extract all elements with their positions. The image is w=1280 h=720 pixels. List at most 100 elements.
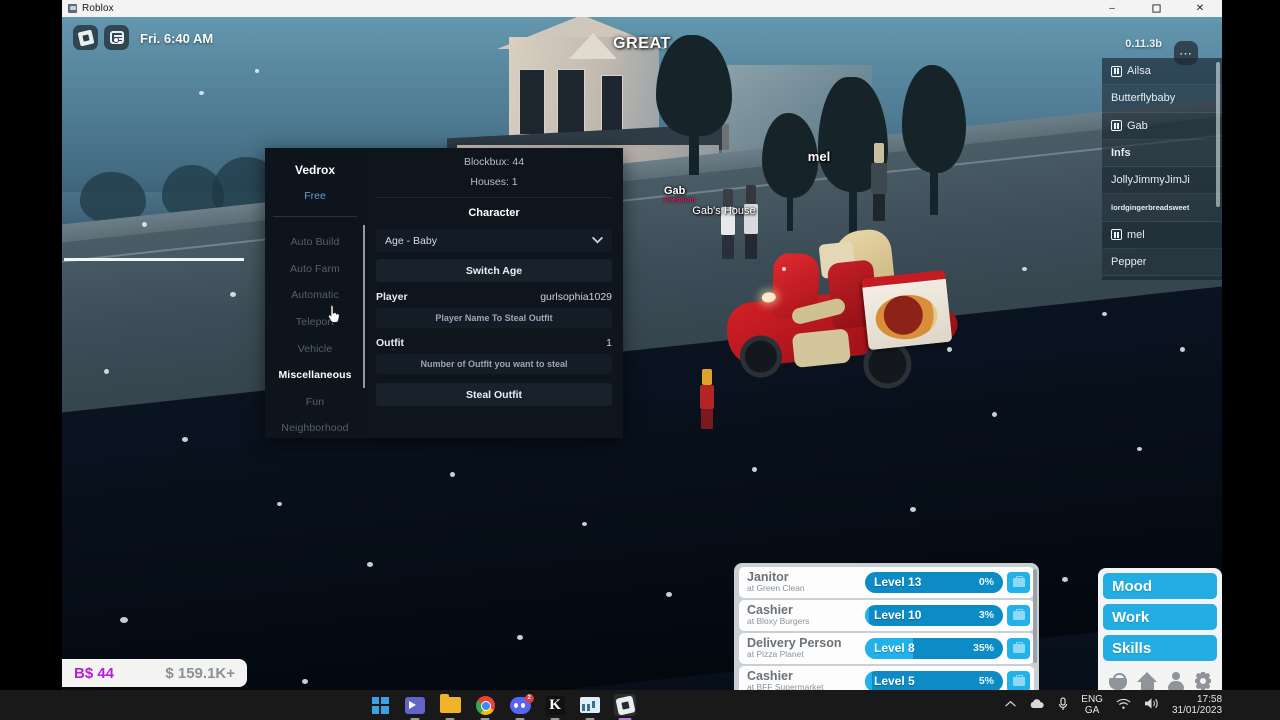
job-title: Janitor <box>747 570 789 584</box>
world-label-house: Gab's House <box>692 205 756 217</box>
age-select[interactable]: Age - Baby <box>376 229 612 252</box>
maximize-button[interactable] <box>1134 0 1178 17</box>
actions-icon-row <box>1103 666 1217 690</box>
job-level: Level 8 <box>874 641 915 655</box>
home-icon[interactable] <box>1136 672 1158 690</box>
roblox-app[interactable] <box>614 694 637 720</box>
job-location: at Bloxy Burgers <box>747 616 810 626</box>
player-list-row[interactable]: Ailsa <box>1102 58 1222 86</box>
teams-app[interactable] <box>404 694 426 720</box>
conifer-tree <box>762 113 818 231</box>
outfit-field-row: Outfit 1 <box>376 337 612 349</box>
premium-badge-label: Premium <box>663 197 697 204</box>
job-text: Cashier at BFF Supermarket <box>747 670 865 690</box>
outfit-field-value: 1 <box>606 337 612 349</box>
age-select-value: Age - Baby <box>385 234 437 247</box>
vedrox-tab-neighborhood[interactable]: Neighborhood <box>265 415 365 438</box>
person-icon[interactable] <box>1167 672 1185 690</box>
briefcase-icon[interactable] <box>1007 671 1030 690</box>
vedrox-title: Vedrox <box>294 163 336 177</box>
vedrox-tab-auto-build[interactable]: Auto Build <box>265 229 365 256</box>
steal-outfit-button[interactable]: Steal Outfit <box>376 383 612 406</box>
player-list-row[interactable]: Gab <box>1102 113 1222 140</box>
switch-age-button[interactable]: Switch Age <box>376 259 612 282</box>
job-location: at Pizza Planet <box>747 649 804 659</box>
k-app[interactable]: K <box>544 694 566 720</box>
gear-icon[interactable] <box>1194 672 1213 691</box>
job-row[interactable]: Delivery Person at Pizza Planet Level 8 … <box>739 633 1034 664</box>
premium-icon <box>1111 120 1122 132</box>
job-progress-bar: Level 8 35% <box>865 638 1003 659</box>
player-list-row[interactable]: lordgingerbreadsweet <box>1102 194 1222 222</box>
vedrox-tab-fun[interactable]: Fun <box>265 389 365 416</box>
minimize-button[interactable]: – <box>1090 0 1134 17</box>
windows-taskbar: 2 K ENG GA 17:58 31/01/2023 <box>0 690 1280 720</box>
teams-icon <box>405 696 426 714</box>
job-text: Cashier at Bloxy Burgers <box>747 604 865 627</box>
vedrox-divider <box>273 216 357 217</box>
job-progress-bar: Level 5 5% <box>865 671 1003 690</box>
vedrox-tab-auto-farm[interactable]: Auto Farm <box>265 256 365 283</box>
blockbux-amount: B$ 44 <box>74 664 115 682</box>
currency-bar: B$ 44 $ 159.1K+ <box>62 659 247 687</box>
close-button[interactable]: ✕ <box>1178 0 1222 17</box>
player-list[interactable]: Ailsa Butterflybaby Gab Infs JollyJimmyJ… <box>1102 58 1222 280</box>
basket-icon[interactable] <box>1108 672 1128 690</box>
clock-time: 17:58 <box>1196 694 1223 705</box>
job-level: Level 10 <box>874 608 922 622</box>
job-progress-bar: Level 10 3% <box>865 605 1003 626</box>
vedrox-tab-miscellaneous[interactable]: Miscellaneous <box>265 362 365 389</box>
language-indicator[interactable]: ENG GA <box>1081 694 1103 716</box>
player-list-row[interactable]: JollyJimmyJimJi <box>1102 167 1222 195</box>
volume-icon[interactable] <box>1144 697 1159 713</box>
chart-app[interactable] <box>579 694 601 720</box>
wifi-icon[interactable] <box>1116 698 1131 713</box>
hud-progress-line <box>64 258 244 261</box>
vedrox-tab-vehicle[interactable]: Vehicle <box>265 335 365 362</box>
discord-icon: 2 <box>509 693 534 714</box>
job-title: Cashier <box>747 603 793 617</box>
cloud-icon[interactable] <box>1029 698 1045 712</box>
briefcase-icon[interactable] <box>1007 638 1030 659</box>
start-button[interactable] <box>369 694 391 716</box>
briefcase-icon[interactable] <box>1007 572 1030 593</box>
chrome-app[interactable] <box>474 694 496 720</box>
player-list-row[interactable]: Pepper <box>1102 249 1222 277</box>
vedrox-panel[interactable]: Vedrox Free Auto Build Auto Farm Automat… <box>265 148 623 438</box>
player-list-row[interactable]: mel <box>1102 222 1222 250</box>
player-field-label: Player <box>376 291 408 303</box>
k-icon: K <box>545 695 565 715</box>
vedrox-tab-teleport[interactable]: Teleport <box>265 309 365 336</box>
skills-button[interactable]: Skills <box>1103 635 1217 661</box>
job-progress-bar: Level 13 0% <box>865 572 1003 593</box>
more-options-button[interactable]: ⋯ <box>1174 41 1198 65</box>
outfit-number-input[interactable]: Number of Outfit you want to steal <box>376 354 612 374</box>
player-name-input[interactable]: Player Name To Steal Outfit <box>376 308 612 328</box>
vedrox-plan-label: Free <box>304 190 326 202</box>
job-text: Janitor at Green Clean <box>747 571 865 594</box>
file-explorer-app[interactable] <box>439 694 461 720</box>
briefcase-icon[interactable] <box>1007 605 1030 626</box>
screen-root: Roblox – ✕ mel Gab Premium Gab's House F… <box>0 0 1280 720</box>
jobs-scrollbar[interactable] <box>1033 569 1037 663</box>
character-section-header: Character <box>468 207 520 219</box>
player-field-value: gurlsophia1029 <box>540 291 612 303</box>
work-button[interactable]: Work <box>1103 604 1217 630</box>
maximize-icon <box>1151 4 1161 13</box>
window-title-bar: Roblox – ✕ <box>62 0 1222 17</box>
game-viewport[interactable]: mel Gab Premium Gab's House Fri. 6:40 AM <box>62 17 1222 690</box>
vedrox-tab-automatic[interactable]: Automatic <box>265 282 365 309</box>
job-row[interactable]: Janitor at Green Clean Level 13 0% <box>739 567 1034 598</box>
job-row[interactable]: Cashier at BFF Supermarket Level 5 5% <box>739 666 1034 690</box>
player-list-scrollbar[interactable] <box>1216 62 1220 207</box>
show-hidden-icons-button[interactable] <box>1005 700 1016 711</box>
jobs-panel[interactable]: Janitor at Green Clean Level 13 0% Cashi… <box>734 563 1039 690</box>
vedrox-sidebar: Vedrox Free Auto Build Auto Farm Automat… <box>265 148 365 438</box>
microphone-icon[interactable] <box>1058 696 1068 714</box>
player-list-row[interactable]: Butterflybaby <box>1102 85 1222 113</box>
job-row[interactable]: Cashier at Bloxy Burgers Level 10 3% <box>739 600 1034 631</box>
taskbar-clock[interactable]: 17:58 31/01/2023 <box>1172 694 1222 716</box>
player-list-row[interactable]: Infs <box>1102 140 1222 168</box>
mood-button[interactable]: Mood <box>1103 573 1217 599</box>
discord-app[interactable]: 2 <box>509 693 534 720</box>
